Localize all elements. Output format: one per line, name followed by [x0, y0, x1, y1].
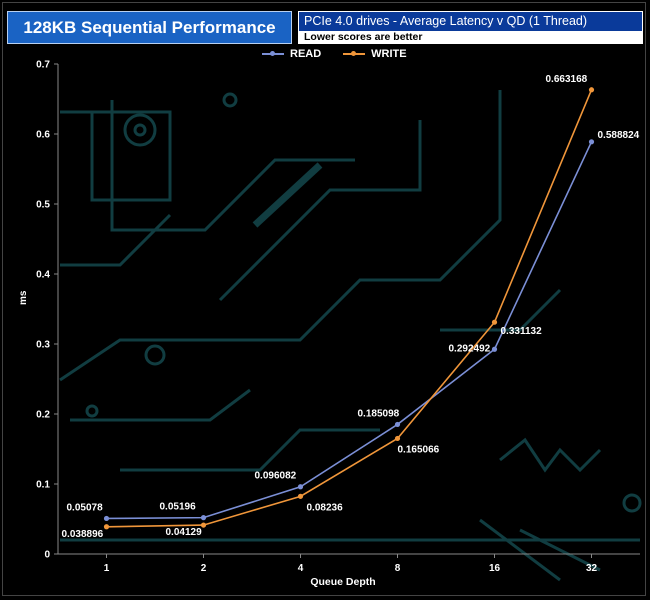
data-label-write: 0.663168 [546, 74, 588, 85]
data-point-write [491, 319, 498, 325]
data-label-read: 0.185098 [358, 408, 400, 419]
data-point-write [200, 522, 207, 528]
chart-subtitle: PCIe 4.0 drives - Average Latency v QD (… [299, 12, 642, 31]
x-tick-label: 4 [298, 563, 304, 574]
data-label-write: 0.08236 [307, 502, 344, 513]
x-tick-label: 8 [395, 563, 401, 574]
y-tick-label: 0.1 [36, 480, 50, 491]
data-label-read: 0.096082 [255, 471, 297, 482]
data-label-read: 0.05078 [67, 502, 104, 513]
data-point-write [297, 493, 304, 499]
circuit-background [59, 90, 642, 582]
x-axis-label: Queue Depth [310, 576, 376, 588]
data-point-read [588, 139, 595, 145]
data-point-write [103, 524, 110, 530]
series-line-write [106, 89, 593, 528]
latency-line-chart: 0 0.1 0.2 0.3 0.4 0.5 0.6 0.7 1 2 4 8 16 32 0.05078 0.… [36, 60, 642, 582]
x-tick-label: 1 [104, 563, 110, 574]
legend: READ WRITE [262, 48, 407, 60]
y-tick-label: 0.2 [36, 410, 50, 421]
subtitle-box: PCIe 4.0 drives - Average Latency v QD (… [298, 11, 643, 44]
data-label-write: 0.04129 [166, 527, 203, 538]
legend-label-write: WRITE [371, 48, 407, 60]
x-tick-label: 16 [489, 563, 501, 574]
y-tick-label: 0.5 [36, 200, 50, 211]
data-label-read: 0.292492 [449, 343, 491, 354]
legend-label-read: READ [290, 48, 322, 60]
x-tick-label: 32 [586, 563, 598, 574]
y-axis-label: ms [18, 290, 29, 305]
data-point-read [491, 346, 498, 352]
data-point-read [394, 421, 401, 428]
data-label-write: 0.331132 [501, 326, 543, 337]
data-point-read [200, 515, 207, 521]
data-label-write: 0.038896 [62, 529, 104, 540]
y-tick-label: 0.3 [36, 340, 50, 351]
data-point-write [394, 435, 401, 442]
legend-item-read: READ [262, 48, 321, 60]
chart-title: 128KB Sequential Performance [7, 11, 292, 44]
y-tick-label: 0.7 [36, 60, 50, 71]
y-tick-label: 0.4 [36, 270, 50, 281]
legend-item-write: WRITE [343, 48, 407, 60]
y-tick-label: 0 [44, 550, 50, 561]
data-point-read [103, 515, 110, 522]
data-label-read: 0.588824 [598, 130, 640, 141]
legend-swatch-read [262, 51, 284, 56]
chart-note: Lower scores are better [299, 31, 642, 43]
data-point-read [297, 484, 304, 490]
x-tick-label: 2 [201, 563, 207, 574]
legend-swatch-write [343, 51, 366, 56]
data-label-read: 0.05196 [160, 502, 197, 513]
data-point-write [588, 87, 595, 93]
data-label-write: 0.165066 [398, 444, 440, 455]
y-tick-label: 0.6 [36, 130, 50, 141]
